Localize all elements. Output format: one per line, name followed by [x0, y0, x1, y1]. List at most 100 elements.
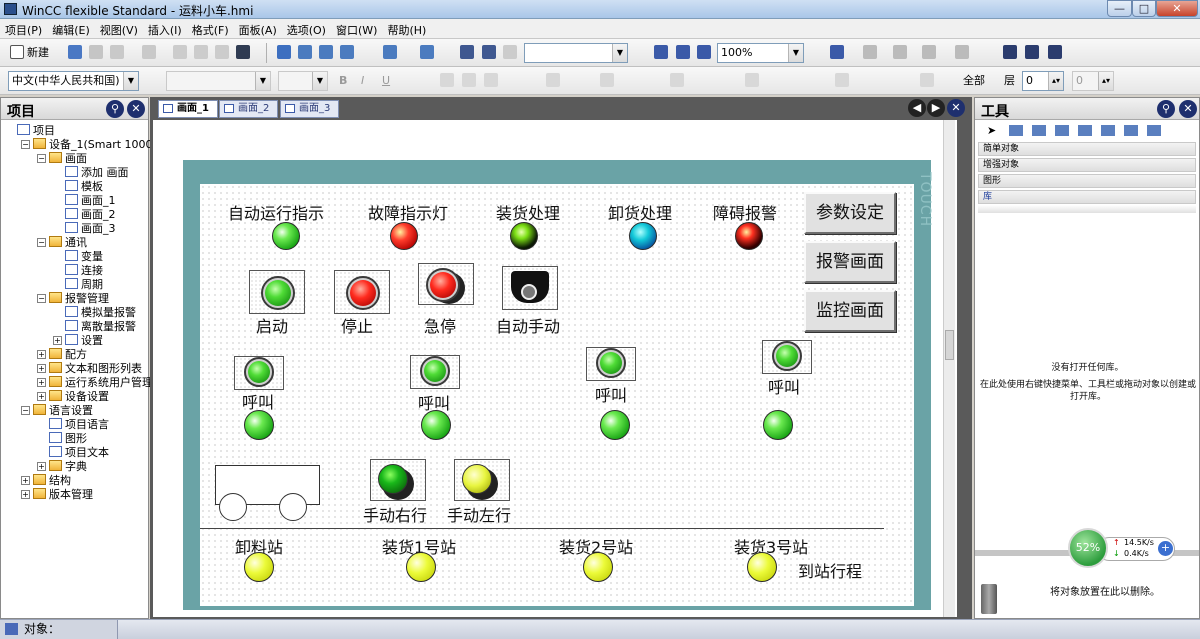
splitter[interactable]	[978, 205, 1196, 213]
expand-toggle-icon[interactable]: +	[21, 476, 30, 485]
layer-spinner[interactable]: 0 ▴▾	[1022, 71, 1064, 91]
editor-canvas[interactable]: TOUCH 自动运行指示 故障指示灯 装货处理 卸货处理 障碍报警 启动 停止 急停 自动手动呼…	[153, 120, 957, 617]
open-icon[interactable]	[68, 45, 82, 59]
alarm-screen-button[interactable]: 报警画面	[804, 241, 896, 283]
align-right-icon[interactable]	[484, 73, 498, 87]
help-icon[interactable]	[1025, 45, 1039, 59]
tree-item[interactable]: 画面_3	[65, 222, 116, 236]
tree-item[interactable]: 模拟量报警	[65, 306, 136, 320]
replace-icon[interactable]	[482, 45, 496, 59]
tool-icon[interactable]	[1124, 125, 1138, 136]
tree-item[interactable]: 变量	[65, 250, 103, 264]
category-graphics[interactable]: 图形	[978, 174, 1196, 188]
hmi-screen[interactable]: 自动运行指示 故障指示灯 装货处理 卸货处理 障碍报警 启动 停止 急停 自动手动 呼叫 呼叫 呼叫呼…	[200, 184, 914, 606]
scroll-thumb[interactable]	[945, 330, 954, 360]
underline-icon[interactable]: U	[382, 72, 390, 90]
expand-toggle-icon[interactable]: +	[53, 336, 62, 345]
pointer-icon[interactable]: ➤	[987, 124, 996, 137]
tree-item[interactable]: 版本管理	[33, 488, 93, 502]
tree-item[interactable]: 连接	[65, 264, 103, 278]
start-button[interactable]	[249, 270, 305, 314]
tree-item[interactable]: 设备设置	[49, 390, 109, 404]
zoom-in-icon[interactable]	[676, 45, 690, 59]
tree-item[interactable]: 离散量报警	[65, 320, 136, 334]
tree-item[interactable]: 结构	[33, 474, 71, 488]
expand-toggle-icon[interactable]: +	[37, 392, 46, 401]
tree-item[interactable]: 报警管理	[49, 292, 109, 306]
close-icon[interactable]: ✕	[1179, 100, 1197, 118]
line-width-icon[interactable]	[922, 45, 936, 59]
paste-icon[interactable]	[236, 45, 250, 59]
tree-item[interactable]: 设置	[65, 334, 103, 348]
delete-icon[interactable]	[173, 45, 187, 59]
fill-color-icon[interactable]	[830, 45, 844, 59]
expand-toggle-icon[interactable]: −	[37, 294, 46, 303]
download-icon[interactable]	[383, 45, 397, 59]
font-color-icon[interactable]	[893, 45, 907, 59]
properties-icon[interactable]	[1003, 45, 1017, 59]
transfer-icon[interactable]	[340, 45, 354, 59]
zoom-combo[interactable]: 100% ▼	[717, 43, 804, 63]
align-left-icon[interactable]	[440, 73, 454, 87]
menu-window[interactable]: 窗口(W)	[331, 19, 382, 41]
line-color-icon[interactable]	[863, 45, 877, 59]
close-editor-icon[interactable]: ✕	[947, 99, 965, 117]
tool-icon[interactable]	[1055, 125, 1069, 136]
menu-project[interactable]: 项目(P)	[0, 19, 47, 41]
new-icon[interactable]	[10, 45, 24, 59]
find-icon[interactable]	[460, 45, 474, 59]
expand-toggle-icon[interactable]: +	[37, 364, 46, 373]
tree-item[interactable]: 画面_2	[65, 208, 116, 222]
group-icon[interactable]	[920, 73, 934, 87]
tree-item[interactable]: 项目文本	[49, 446, 109, 460]
align-top-icon[interactable]	[546, 73, 560, 87]
line-style-icon[interactable]	[955, 45, 969, 59]
manual-right-button[interactable]	[370, 459, 426, 501]
tree-item[interactable]: 画面	[49, 152, 87, 166]
align-middle-icon[interactable]	[600, 73, 614, 87]
tree-item[interactable]: 周期	[65, 278, 103, 292]
zoom-out-icon[interactable]	[697, 45, 711, 59]
redo-icon[interactable]	[142, 45, 156, 59]
parameter-settings-button[interactable]: 参数设定	[804, 192, 896, 234]
menu-options[interactable]: 选项(O)	[282, 19, 331, 41]
network-speed-widget[interactable]: 52% ↑ 14.5K/s ↓ 0.4K/s +	[1067, 528, 1175, 568]
language-combo[interactable]: 中文(中华人民共和国) ▼	[8, 71, 139, 91]
call-button[interactable]	[410, 355, 460, 389]
tree-item[interactable]: 项目语言	[49, 418, 109, 432]
font-size-combo[interactable]: ▼	[278, 71, 328, 91]
tree-item[interactable]: 文本和图形列表	[49, 362, 142, 376]
expand-toggle-icon[interactable]: +	[37, 350, 46, 359]
minimize-button[interactable]: —	[1107, 0, 1132, 17]
expand-toggle-icon[interactable]: −	[37, 154, 46, 163]
cross-ref-icon[interactable]	[503, 45, 517, 59]
tree-item[interactable]: 图形	[49, 432, 87, 446]
manual-left-button[interactable]	[454, 459, 510, 501]
tool-icon[interactable]	[1101, 125, 1115, 136]
cut-icon[interactable]	[194, 45, 208, 59]
prev-tab-icon[interactable]: ◀	[908, 99, 926, 117]
maximize-button[interactable]: □	[1132, 0, 1156, 17]
menu-help[interactable]: 帮助(H)	[382, 19, 431, 41]
call-button[interactable]	[762, 340, 812, 374]
call-button[interactable]	[586, 347, 636, 381]
undo-icon[interactable]	[110, 45, 124, 59]
tree-item[interactable]: 字典	[49, 460, 87, 474]
tree-item[interactable]: 画面_1	[65, 194, 116, 208]
tool-icon[interactable]	[1032, 125, 1046, 136]
menu-edit[interactable]: 编辑(E)	[47, 19, 95, 41]
expand-toggle-icon[interactable]: +	[37, 378, 46, 387]
expand-toggle-icon[interactable]: +	[21, 490, 30, 499]
tool-icon[interactable]	[1009, 125, 1023, 136]
check-icon[interactable]	[277, 45, 291, 59]
object-combo[interactable]: ▼	[524, 43, 628, 63]
menu-insert[interactable]: 插入(I)	[143, 19, 187, 41]
next-tab-icon[interactable]: ▶	[927, 99, 945, 117]
tree-item[interactable]: 运行系统用户管理	[49, 376, 153, 390]
tool-icon[interactable]	[1078, 125, 1092, 136]
add-icon[interactable]: +	[1158, 541, 1173, 556]
save-icon[interactable]	[89, 45, 103, 59]
close-button[interactable]: ✕	[1156, 0, 1198, 17]
category-enhanced-objects[interactable]: 增强对象	[978, 158, 1196, 172]
tree-item[interactable]: 设备_1(Smart 1000)	[33, 138, 157, 152]
